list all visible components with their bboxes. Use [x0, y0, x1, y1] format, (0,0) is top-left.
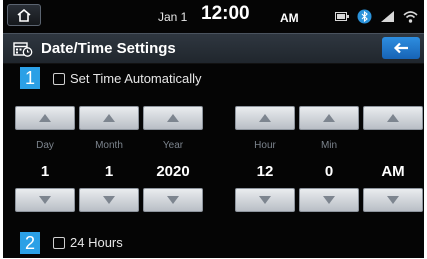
down-arrow-icon	[259, 196, 271, 204]
decrement-button[interactable]	[363, 188, 423, 212]
down-arrow-icon	[323, 196, 335, 204]
picker-label: Day	[36, 140, 54, 151]
up-arrow-icon	[103, 114, 115, 122]
up-arrow-icon	[167, 114, 179, 122]
increment-button[interactable]	[363, 106, 423, 130]
down-arrow-icon	[387, 196, 399, 204]
up-arrow-icon	[39, 114, 51, 122]
decrement-button[interactable]	[235, 188, 295, 212]
home-button[interactable]	[7, 4, 41, 26]
picker-value: 12	[256, 163, 274, 180]
bluetooth-icon	[357, 9, 372, 23]
back-arrow-icon	[393, 42, 408, 54]
24-hours-label: 24 Hours	[70, 235, 123, 250]
back-button[interactable]	[382, 37, 420, 59]
auto-time-label: Set Time Automatically	[70, 71, 202, 86]
increment-button[interactable]	[79, 106, 139, 130]
decrement-button[interactable]	[79, 188, 139, 212]
down-arrow-icon	[39, 196, 51, 204]
picker-label: Month	[95, 140, 123, 151]
picker-value: 1	[40, 163, 50, 180]
status-time: 12:00	[201, 3, 250, 24]
picker-value: AM	[381, 163, 405, 180]
down-arrow-icon	[103, 196, 115, 204]
wifi-icon	[403, 10, 418, 23]
down-arrow-icon	[167, 196, 179, 204]
status-bar: Jan 1 12:00 AM L	[3, 0, 424, 32]
picker-label: Hour	[254, 140, 276, 151]
screen: Jan 1 12:00 AM L Date/Time Settings 1 Se…	[3, 0, 424, 258]
status-date: Jan 1	[158, 10, 188, 24]
up-arrow-icon	[387, 114, 399, 122]
svg-text:L: L	[381, 13, 385, 21]
battery-icon	[335, 11, 349, 21]
decrement-button[interactable]	[143, 188, 203, 212]
increment-button[interactable]	[299, 106, 359, 130]
step-badge-1: 1	[20, 67, 40, 89]
status-ampm: AM	[280, 11, 299, 25]
step-badge-2: 2	[20, 232, 40, 254]
decrement-button[interactable]	[299, 188, 359, 212]
picker-value: 1	[104, 163, 114, 180]
increment-button[interactable]	[235, 106, 295, 130]
title-bar: Date/Time Settings	[3, 33, 424, 64]
increment-button[interactable]	[15, 106, 75, 130]
increment-button[interactable]	[143, 106, 203, 130]
picker-value: 2020	[156, 163, 190, 180]
auto-time-checkbox[interactable]	[53, 73, 65, 85]
picker-label: Year	[162, 140, 184, 151]
24-hours-checkbox[interactable]	[53, 237, 65, 249]
page-title: Date/Time Settings	[41, 40, 176, 57]
up-arrow-icon	[259, 114, 271, 122]
signal-icon: L	[381, 10, 394, 22]
up-arrow-icon	[323, 114, 335, 122]
picker-value: 0	[324, 163, 334, 180]
picker-label: Min	[320, 140, 338, 151]
calendar-clock-icon	[13, 42, 33, 57]
decrement-button[interactable]	[15, 188, 75, 212]
home-icon	[17, 8, 31, 22]
